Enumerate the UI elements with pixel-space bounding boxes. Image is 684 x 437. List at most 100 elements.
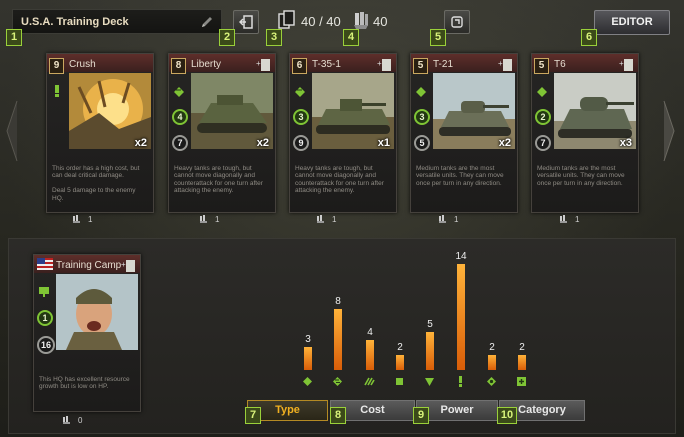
heavy-tank-icon <box>174 87 184 97</box>
deck-card-t35-1[interactable]: 6 T-35-1 + x1 3 9 Heavy tanks are tough,… <box>289 53 397 213</box>
svg-text:+: + <box>498 59 503 68</box>
chart-bar-label: 2 <box>519 342 525 353</box>
resource-icon <box>354 12 368 29</box>
deck-card-t6[interactable]: 5 T6 + x3 2 7 Medium tanks are the most … <box>531 53 639 213</box>
card-hp: 7 <box>535 135 551 151</box>
resource-icon <box>317 215 324 224</box>
sort-button[interactable] <box>444 10 470 34</box>
hq-icon <box>39 287 49 297</box>
hq-ability-icon <box>487 377 496 386</box>
us-flag-icon <box>37 258 53 270</box>
card-description: Heavy tanks are tough, but cannot move d… <box>295 165 384 195</box>
add-card-icon[interactable]: + <box>498 57 514 72</box>
artillery-icon <box>425 378 434 386</box>
hint-marker-4: 4 <box>343 29 359 46</box>
card-count: 40 / 40 <box>301 14 341 29</box>
chart-bar-heavy-tank <box>334 309 342 370</box>
card-count: x2 <box>256 137 269 149</box>
order-icon <box>55 85 59 97</box>
card-hp: 9 <box>293 135 309 151</box>
card-count: x2 <box>498 137 511 149</box>
export-deck-button[interactable] <box>233 10 259 34</box>
card-description: This order has a high cost, but can deal… <box>52 165 140 202</box>
cards-icon <box>278 10 295 29</box>
hint-marker-9: 9 <box>413 407 429 424</box>
heavy-tank-icon <box>295 87 305 97</box>
scroll-left-arrow[interactable] <box>5 96 19 166</box>
card-name: T-35-1 <box>312 59 341 70</box>
hq-art <box>56 274 138 350</box>
add-card-icon[interactable]: + <box>256 57 272 72</box>
chart-bar-label: 2 <box>397 342 403 353</box>
hint-marker-1: 1 <box>6 29 22 46</box>
card-cost: 5 <box>534 58 549 74</box>
card-name: Liberty <box>191 59 222 70</box>
card-count: x3 <box>619 137 632 149</box>
chart-bar-label: 14 <box>455 251 467 262</box>
card-power: 2 <box>535 109 551 125</box>
hq-hp: 16 <box>37 336 55 354</box>
card-name: Crush <box>69 59 96 70</box>
card-description: Medium tanks are the most versatile unit… <box>537 165 625 187</box>
resource-icon <box>560 215 567 224</box>
card-resource-t35-1: 1 <box>316 215 336 224</box>
card-resource-value: 1 <box>332 215 337 224</box>
hint-marker-8: 8 <box>330 407 346 424</box>
add-card-icon[interactable]: + <box>619 57 635 72</box>
card-count: x2 <box>134 137 147 149</box>
card-name: T6 <box>554 59 566 70</box>
chart-bar-label: 5 <box>427 319 433 330</box>
card-resource-crush: 1 <box>72 215 92 224</box>
svg-text:+: + <box>256 59 261 68</box>
hq-resource: 0 <box>62 416 82 425</box>
deck-name: U.S.A. Training Deck <box>21 16 129 28</box>
svg-text:+: + <box>121 260 126 269</box>
add-card-icon[interactable]: + <box>377 57 393 72</box>
chart-bar-artillery <box>426 332 434 370</box>
card-hp: 5 <box>414 135 430 151</box>
chart-bar-hq-ability <box>488 355 496 370</box>
deck-name-field[interactable]: U.S.A. Training Deck <box>12 9 222 34</box>
card-resource-t21: 1 <box>438 215 458 224</box>
chart-bar-label: 2 <box>489 342 495 353</box>
chart-bar-label: 4 <box>367 327 373 338</box>
deck-card-t21[interactable]: 5 T-21 + x2 3 5 Medium tanks are the mos… <box>410 53 518 213</box>
tank-destroyer-icon <box>396 378 403 385</box>
medium-tank-icon <box>537 87 547 97</box>
card-resource-value: 1 <box>575 215 580 224</box>
hint-marker-3: 3 <box>266 29 282 46</box>
chart-bar-light-tank <box>366 340 374 370</box>
card-power: 4 <box>172 109 188 125</box>
hq-card[interactable]: Training Camp + 1 16 This HQ has excelle… <box>33 254 141 412</box>
editor-button[interactable]: EDITOR <box>594 10 670 35</box>
hint-marker-7: 7 <box>245 407 261 424</box>
chart-bar-label: 8 <box>335 296 341 307</box>
order-icon <box>459 376 462 387</box>
resource-icon <box>439 215 446 224</box>
pencil-icon[interactable] <box>200 15 214 29</box>
heavy-tank-icon <box>333 377 342 386</box>
hq-description: This HQ has excellent resource growth bu… <box>39 376 130 391</box>
resource-icon <box>200 215 207 224</box>
medium-tank-icon <box>416 87 426 97</box>
card-hp: 7 <box>172 135 188 151</box>
card-name: T-21 <box>433 59 454 70</box>
resource-icon <box>73 215 80 224</box>
svg-text:+: + <box>619 59 624 68</box>
resource-count: 40 <box>373 14 388 29</box>
card-count: x1 <box>377 137 390 149</box>
scroll-right-arrow[interactable] <box>662 96 676 166</box>
hq-resource-value: 0 <box>78 416 83 425</box>
add-card-icon[interactable]: + <box>121 258 137 273</box>
card-cost: 8 <box>171 58 186 74</box>
export-icon <box>239 15 253 29</box>
special-icon <box>517 377 526 386</box>
chart-bar-order <box>457 264 465 370</box>
deck-card-liberty[interactable]: 8 Liberty + x2 4 7 Heavy tanks are tough… <box>168 53 276 213</box>
deck-card-crush[interactable]: 9 Crush x2 This order has a high cost, b… <box>46 53 154 213</box>
card-power: 3 <box>293 109 309 125</box>
card-resource-liberty: 1 <box>199 215 219 224</box>
hint-marker-6: 6 <box>581 29 597 46</box>
hq-name: Training Camp <box>56 260 122 271</box>
chart-bar-medium-tank <box>304 347 312 370</box>
